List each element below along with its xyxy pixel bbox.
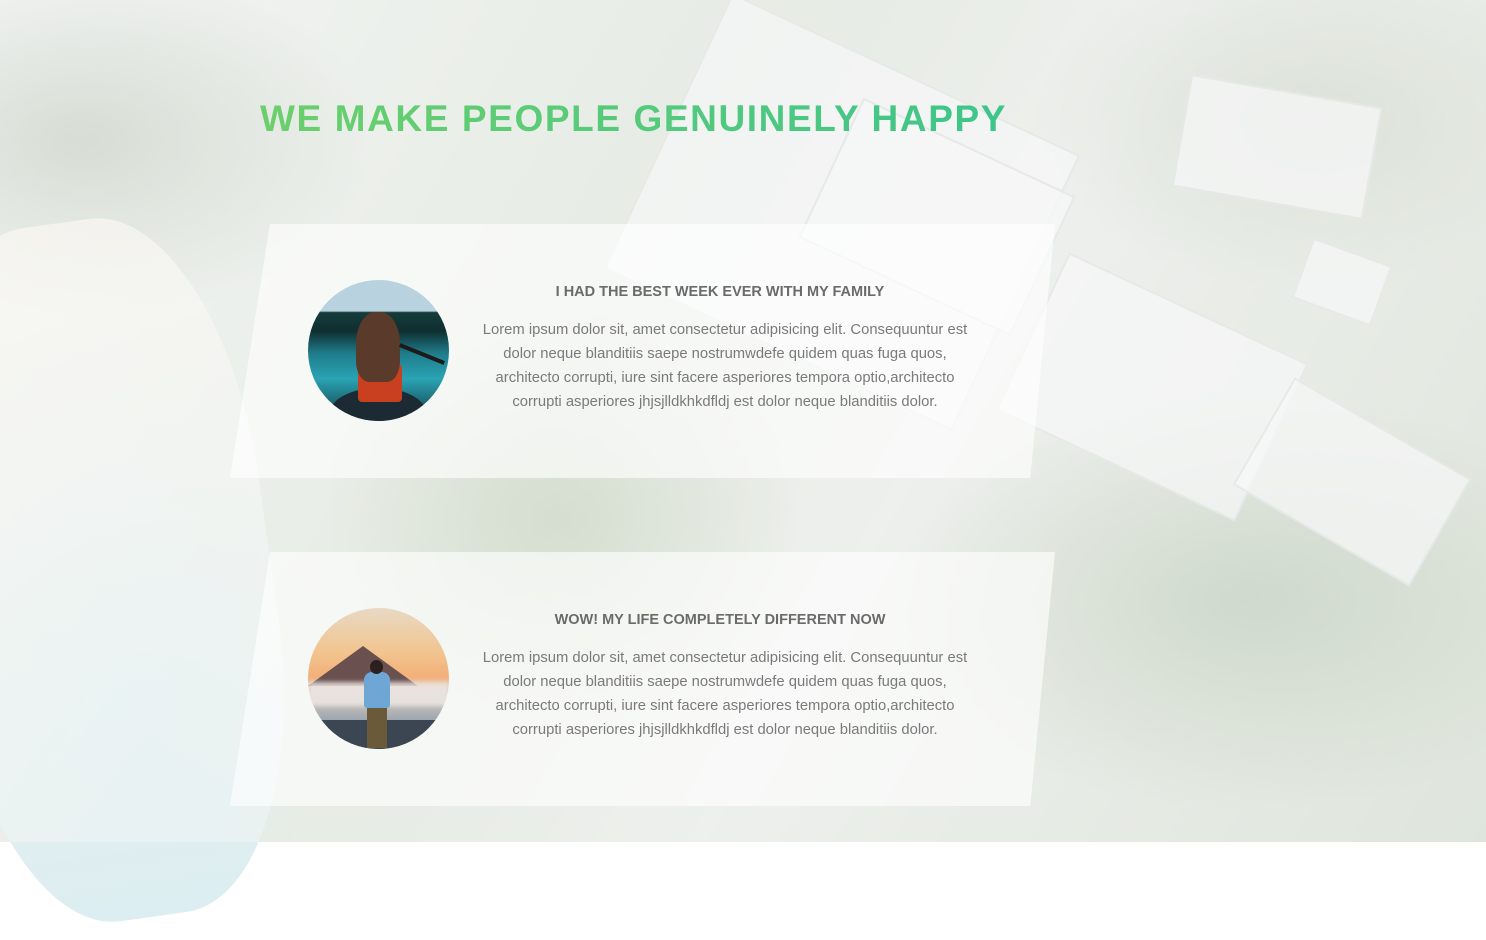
testimonial-text: Lorem ipsum dolor sit, amet consectetur … bbox=[482, 650, 968, 738]
testimonial-text: Lorem ipsum dolor sit, amet consectetur … bbox=[482, 322, 968, 410]
testimonial-card: I HAD THE BEST WEEK EVER WITH MY FAMILY … bbox=[230, 224, 1055, 478]
testimonial-title: I HAD THE BEST WEEK EVER WITH MY FAMILY bbox=[555, 284, 885, 300]
testimonial-title: WOW! MY LIFE COMPLETELY DIFFERENT NOW bbox=[554, 612, 886, 628]
testimonial-avatar bbox=[308, 280, 449, 421]
testimonial-card: WOW! MY LIFE COMPLETELY DIFFERENT NOW Lo… bbox=[230, 552, 1055, 806]
testimonial-avatar bbox=[308, 608, 449, 749]
page-headline: WE MAKE PEOPLE GENUINELY HAPPY bbox=[260, 98, 1008, 139]
